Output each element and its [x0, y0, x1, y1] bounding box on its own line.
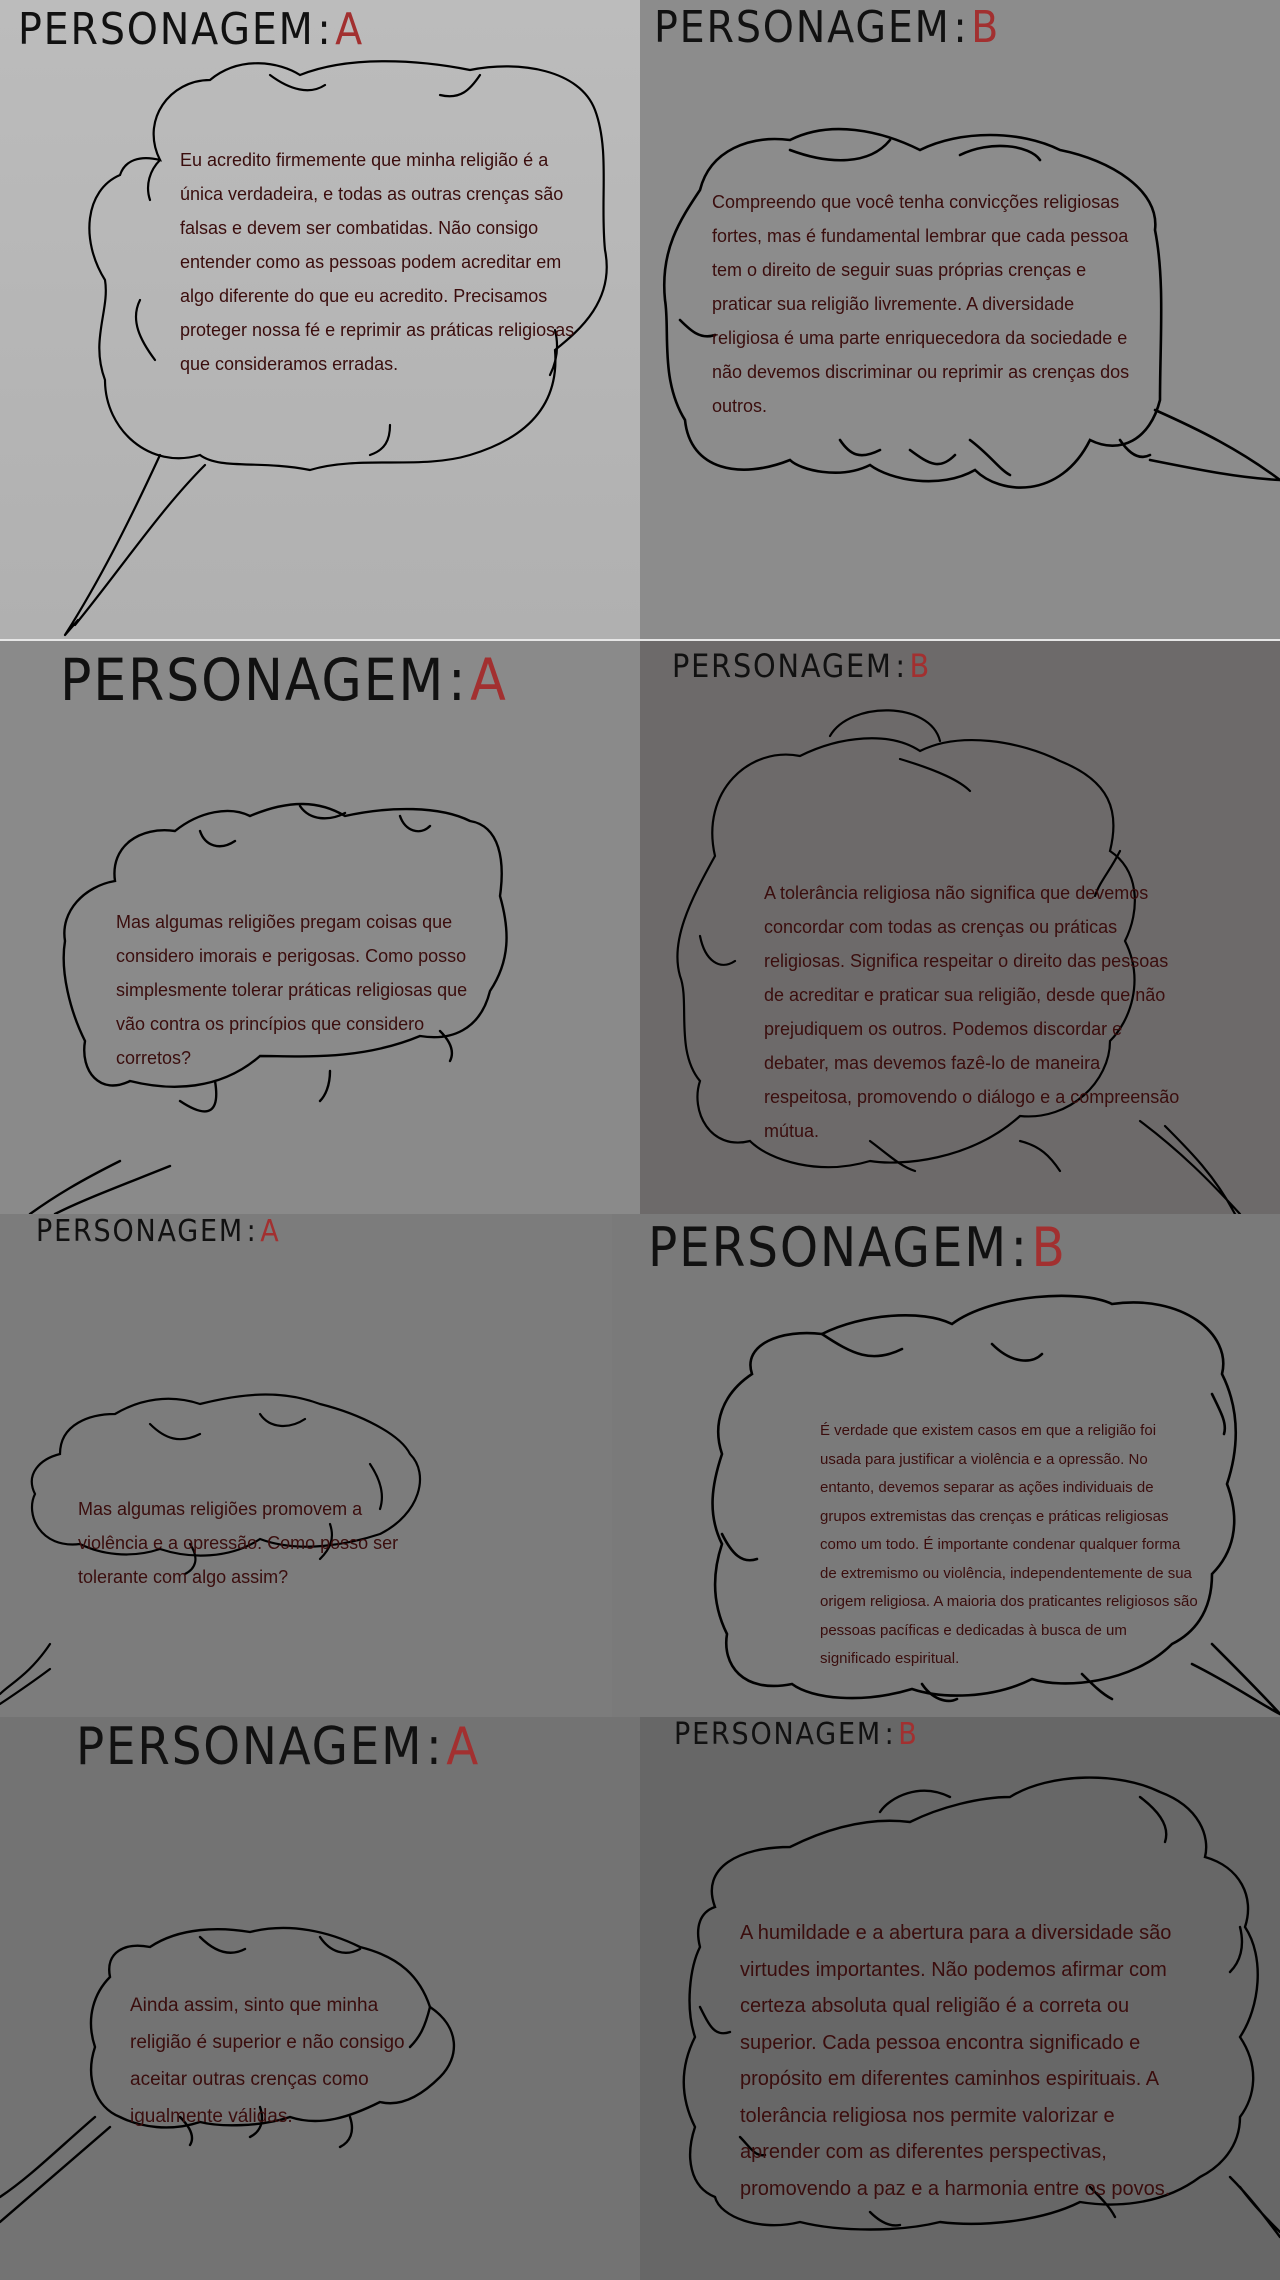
speaker-separator: : — [953, 2, 969, 53]
speaker-word: PERSONAGEM — [36, 1214, 244, 1249]
speaker-heading: PERSONAGEM:B — [674, 1717, 919, 1752]
speaker-word: PERSONAGEM — [18, 4, 315, 55]
speaker-letter: A — [446, 1717, 481, 1777]
speech-text: Compreendo que você tenha convicções rel… — [712, 192, 1130, 416]
speaker-separator: : — [447, 646, 468, 714]
comic-panel-6: PERSONAGEM:B É verdade que existem casos… — [612, 1214, 1280, 1717]
speaker-letter: B — [898, 1717, 919, 1752]
speaker-letter: B — [1031, 1216, 1067, 1279]
speech-text: Ainda assim, sinto que minha religião é … — [130, 1995, 405, 2127]
speech-text: Mas algumas religiões promovem a violênc… — [78, 1499, 399, 1587]
speaker-heading: PERSONAGEM:B — [672, 647, 931, 685]
speaker-letter: A — [335, 4, 365, 55]
speaker-word: PERSONAGEM — [60, 646, 446, 714]
speaker-letter: B — [909, 647, 932, 685]
speech-text: A tolerância religiosa não significa que… — [764, 883, 1180, 1141]
speaker-word: PERSONAGEM — [674, 1717, 882, 1752]
speech-text: Mas algumas religiões pregam coisas que … — [116, 912, 468, 1068]
speaker-heading: PERSONAGEM:A — [36, 1214, 281, 1249]
comic-panel-7: PERSONAGEM:A Ainda assim, sinto que minh… — [0, 1717, 640, 2280]
speech-text: A humildade e a abertura para a diversid… — [740, 1922, 1172, 2200]
speaker-word: PERSONAGEM — [76, 1717, 424, 1777]
speaker-letter: B — [971, 2, 1001, 53]
comic-panel-1: PERSONAGEM:A Eu acredito firmemente que … — [0, 0, 640, 640]
speaker-heading: PERSONAGEM:A — [76, 1717, 480, 1777]
speaker-heading: PERSONAGEM:B — [654, 2, 1000, 53]
speaker-separator: : — [425, 1717, 444, 1777]
speech-text: É verdade que existem casos em que a rel… — [820, 1422, 1198, 1667]
comic-panel-4: PERSONAGEM:B A tolerância religiosa não … — [640, 641, 1280, 1214]
speaker-separator: : — [246, 1214, 258, 1249]
speaker-separator: : — [1010, 1216, 1029, 1279]
speech-bubble — [0, 1393, 422, 1706]
speaker-word: PERSONAGEM — [654, 2, 951, 53]
speaker-word: PERSONAGEM — [648, 1216, 1008, 1279]
speaker-heading: PERSONAGEM:A — [18, 4, 364, 55]
speaker-word: PERSONAGEM — [672, 647, 893, 685]
speaker-letter: A — [260, 1214, 281, 1249]
speaker-separator: : — [884, 1717, 896, 1752]
comic-panel-5: PERSONAGEM:A Mas algumas religiões promo… — [0, 1214, 612, 1717]
speaker-separator: : — [317, 4, 333, 55]
comic-panel-8: PERSONAGEM:B A humildade e a abertura pa… — [640, 1717, 1280, 2280]
comic-panel-2: PERSONAGEM:B Compreendo que você tenha c… — [640, 0, 1280, 640]
speech-text: Eu acredito firmemente que minha religiã… — [180, 150, 575, 374]
speaker-separator: : — [895, 647, 907, 685]
speaker-heading: PERSONAGEM:B — [648, 1216, 1067, 1279]
speaker-letter: A — [470, 646, 508, 714]
comic-panel-3: PERSONAGEM:A Mas algumas religiões prega… — [0, 641, 640, 1214]
speaker-heading: PERSONAGEM:A — [60, 646, 508, 714]
